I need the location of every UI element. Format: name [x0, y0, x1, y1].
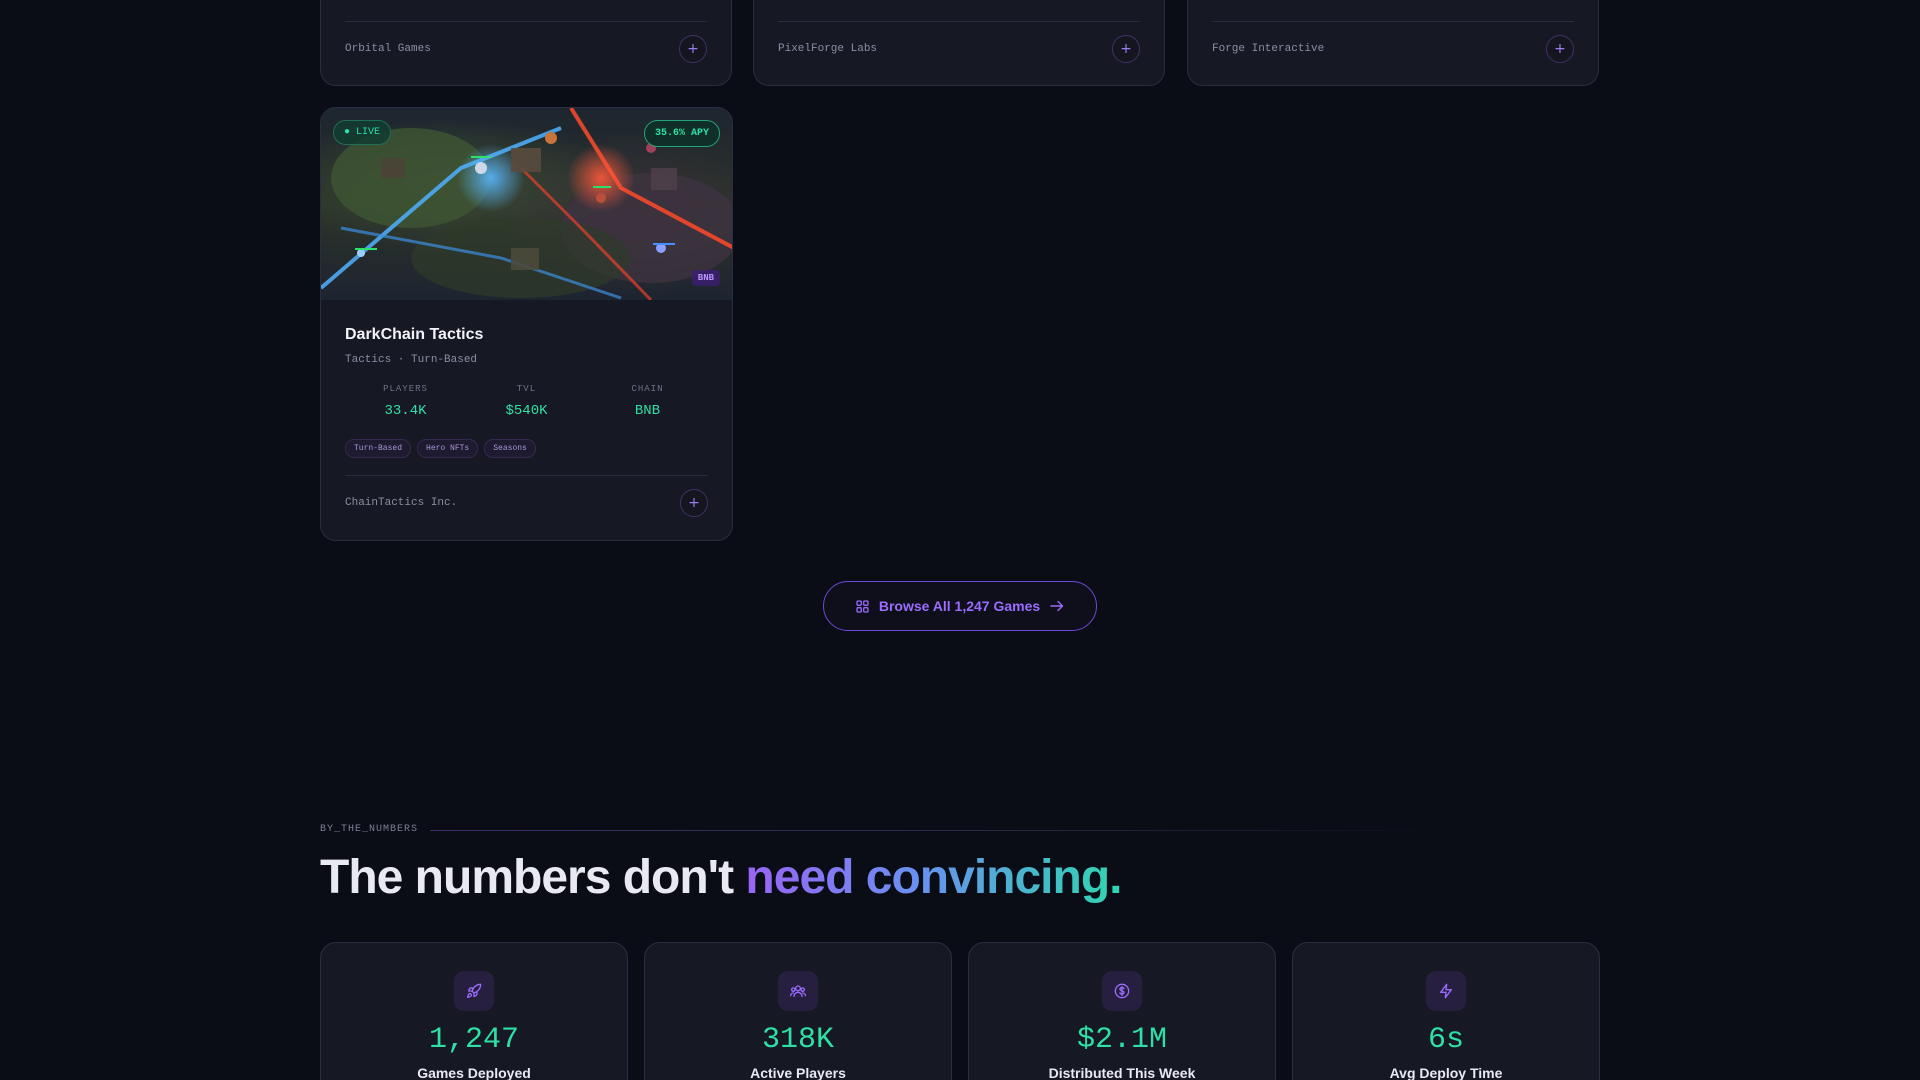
- metric-value: 6s: [1427, 1023, 1464, 1057]
- game-card[interactable]: PixelForge Labs +: [753, 0, 1165, 86]
- game-thumbnail: ● LIVE 35.6% APY BNB: [321, 108, 732, 300]
- users-icon: [778, 971, 818, 1011]
- tag: Seasons: [484, 439, 536, 458]
- add-button[interactable]: +: [1546, 35, 1574, 63]
- browse-all-games-button[interactable]: Browse All 1,247 Games: [823, 581, 1097, 631]
- stat-value: BNB: [634, 403, 661, 419]
- metric-card: $2.1M Distributed This Week: [968, 942, 1276, 1080]
- game-card-darkchain-tactics[interactable]: ● LIVE 35.6% APY BNB DarkChain Tactics T…: [320, 107, 733, 541]
- divider: [778, 21, 1140, 22]
- headline-accent: need convincing.: [745, 851, 1122, 904]
- game-stats: PLAYERS 33.4K TVL $540K CHAIN BNB: [345, 384, 708, 419]
- stat-chain: CHAIN BNB: [587, 384, 708, 419]
- arrow-right-icon: [1050, 600, 1064, 612]
- stat-value: 33.4K: [384, 403, 427, 419]
- stat-players: PLAYERS 33.4K: [345, 384, 466, 419]
- divider: [1212, 21, 1574, 22]
- add-button[interactable]: +: [680, 489, 708, 517]
- tag: Turn-Based: [345, 439, 412, 458]
- lightning-icon: [1426, 971, 1466, 1011]
- divider: [345, 475, 708, 476]
- studio-name: Forge Interactive: [1212, 43, 1325, 55]
- eyebrow-divider: [430, 830, 1440, 831]
- divider: [345, 21, 707, 22]
- headline-plain: The numbers don't: [320, 851, 746, 904]
- section-headline: The numbers don't need convincing.: [320, 850, 1122, 905]
- metric-card: 318K Active Players: [644, 942, 952, 1080]
- metric-card: 6s Avg Deploy Time: [1292, 942, 1600, 1080]
- metric-card: 1,247 Games Deployed: [320, 942, 628, 1080]
- metric-value: $2.1M: [1076, 1023, 1167, 1057]
- grid-icon: [856, 599, 869, 613]
- section-eyebrow: BY_THE_NUMBERS: [320, 824, 419, 835]
- stat-value: $540K: [505, 403, 548, 419]
- rocket-icon: [454, 971, 494, 1011]
- browse-button-label: Browse All 1,247 Games: [878, 598, 1041, 614]
- stat-label: CHAIN: [631, 384, 664, 394]
- tag-list: Turn-Based Hero NFTs Seasons: [345, 439, 536, 458]
- live-status-badge: ● LIVE: [333, 120, 392, 145]
- add-button[interactable]: +: [679, 35, 707, 63]
- tag: Hero NFTs: [417, 439, 479, 458]
- game-card[interactable]: Orbital Games +: [320, 0, 732, 86]
- metric-label: Games Deployed: [417, 1065, 531, 1080]
- stat-tvl: TVL $540K: [466, 384, 587, 419]
- chain-badge: BNB: [691, 270, 720, 286]
- apy-badge: 35.6% APY: [643, 120, 720, 147]
- add-button[interactable]: +: [1112, 35, 1140, 63]
- game-genre: Tactics · Turn-Based: [345, 354, 478, 366]
- game-card[interactable]: Forge Interactive +: [1187, 0, 1599, 86]
- metric-label: Active Players: [750, 1065, 846, 1080]
- metric-label: Avg Deploy Time: [1389, 1065, 1503, 1080]
- studio-name: ChainTactics Inc.: [345, 497, 458, 509]
- metric-label: Distributed This Week: [1048, 1065, 1196, 1080]
- dollar-coin-icon: [1102, 971, 1142, 1011]
- stat-label: PLAYERS: [383, 384, 428, 394]
- game-title[interactable]: DarkChain Tactics: [345, 326, 483, 344]
- metric-value: 1,247: [428, 1023, 519, 1057]
- metric-value: 318K: [761, 1023, 834, 1057]
- studio-name: Orbital Games: [345, 43, 431, 55]
- studio-name: PixelForge Labs: [778, 43, 878, 55]
- stat-label: TVL: [516, 384, 537, 394]
